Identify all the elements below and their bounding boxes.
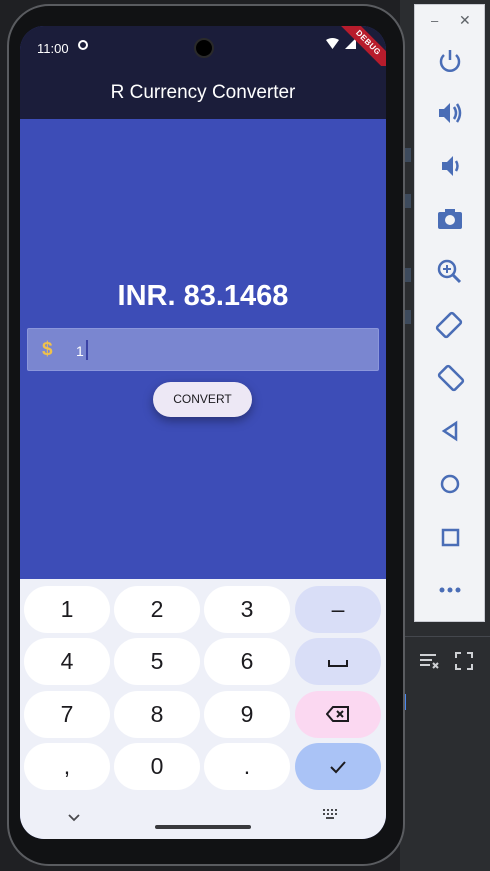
key-1[interactable]: 1 [24,586,110,633]
rotate-left-icon[interactable] [432,307,468,343]
wifi-icon [326,38,339,49]
more-icon[interactable] [432,572,468,608]
key-comma[interactable]: , [24,743,110,790]
backspace-icon [325,706,349,722]
camera-icon[interactable] [432,201,468,237]
key-3[interactable]: 3 [204,586,290,633]
key-done[interactable] [295,743,381,790]
navigation-handle[interactable] [155,825,251,829]
power-icon[interactable] [432,43,468,79]
key-backspace[interactable] [295,691,381,738]
close-icon[interactable]: ✕ [459,12,471,29]
key-8[interactable]: 8 [114,691,200,738]
overview-icon[interactable] [432,519,468,555]
numeric-keyboard: 1 2 3 – 4 5 6 7 8 9 , 0 . [20,579,386,839]
key-minus[interactable]: – [295,586,381,633]
zoom-icon[interactable] [432,254,468,290]
key-4[interactable]: 4 [24,638,110,685]
keyboard-bottom-bar [20,791,386,839]
ide-toolbar [418,648,490,678]
dollar-icon: $ [42,339,53,360]
clear-all-icon[interactable] [418,652,440,675]
key-6[interactable]: 6 [204,638,290,685]
app-title: R Currency Converter [110,82,296,103]
key-7[interactable]: 7 [24,691,110,738]
fullscreen-icon[interactable] [454,651,474,676]
home-icon[interactable] [432,466,468,502]
checkmark-icon [330,761,346,774]
text-cursor [86,340,88,360]
conversion-result: INR. 83.1468 [117,280,289,312]
amount-input[interactable]: $ 1 [27,328,379,371]
key-5[interactable]: 5 [114,638,200,685]
status-icons [326,38,356,49]
rotate-right-icon[interactable] [432,360,468,396]
key-space[interactable] [295,638,381,685]
minimize-icon[interactable]: – [431,13,438,28]
status-bar: 11:00 DEBUG [20,26,386,77]
status-time: 11:00 [37,41,69,56]
amount-value: 1 [76,343,84,359]
ide-divider [400,636,490,637]
volume-down-icon[interactable] [432,148,468,184]
app-bar: R Currency Converter [20,66,386,119]
key-2[interactable]: 2 [114,586,200,633]
chevron-down-icon[interactable] [68,809,80,825]
emulator-control-panel: – ✕ [414,4,485,622]
key-period[interactable]: . [204,743,290,790]
keyboard-switch-icon[interactable] [323,809,337,822]
key-0[interactable]: 0 [114,743,200,790]
back-icon[interactable] [432,413,468,449]
front-camera [194,38,214,58]
convert-button[interactable]: CONVERT [153,382,252,417]
emulator-window-controls: – ✕ [415,11,486,31]
space-icon [328,660,348,667]
volume-up-icon[interactable] [432,95,468,131]
notification-icon [78,40,88,50]
key-9[interactable]: 9 [204,691,290,738]
phone-screen: 11:00 DEBUG R Currency Converter INR. 83… [20,26,386,839]
ide-marker [404,694,412,710]
